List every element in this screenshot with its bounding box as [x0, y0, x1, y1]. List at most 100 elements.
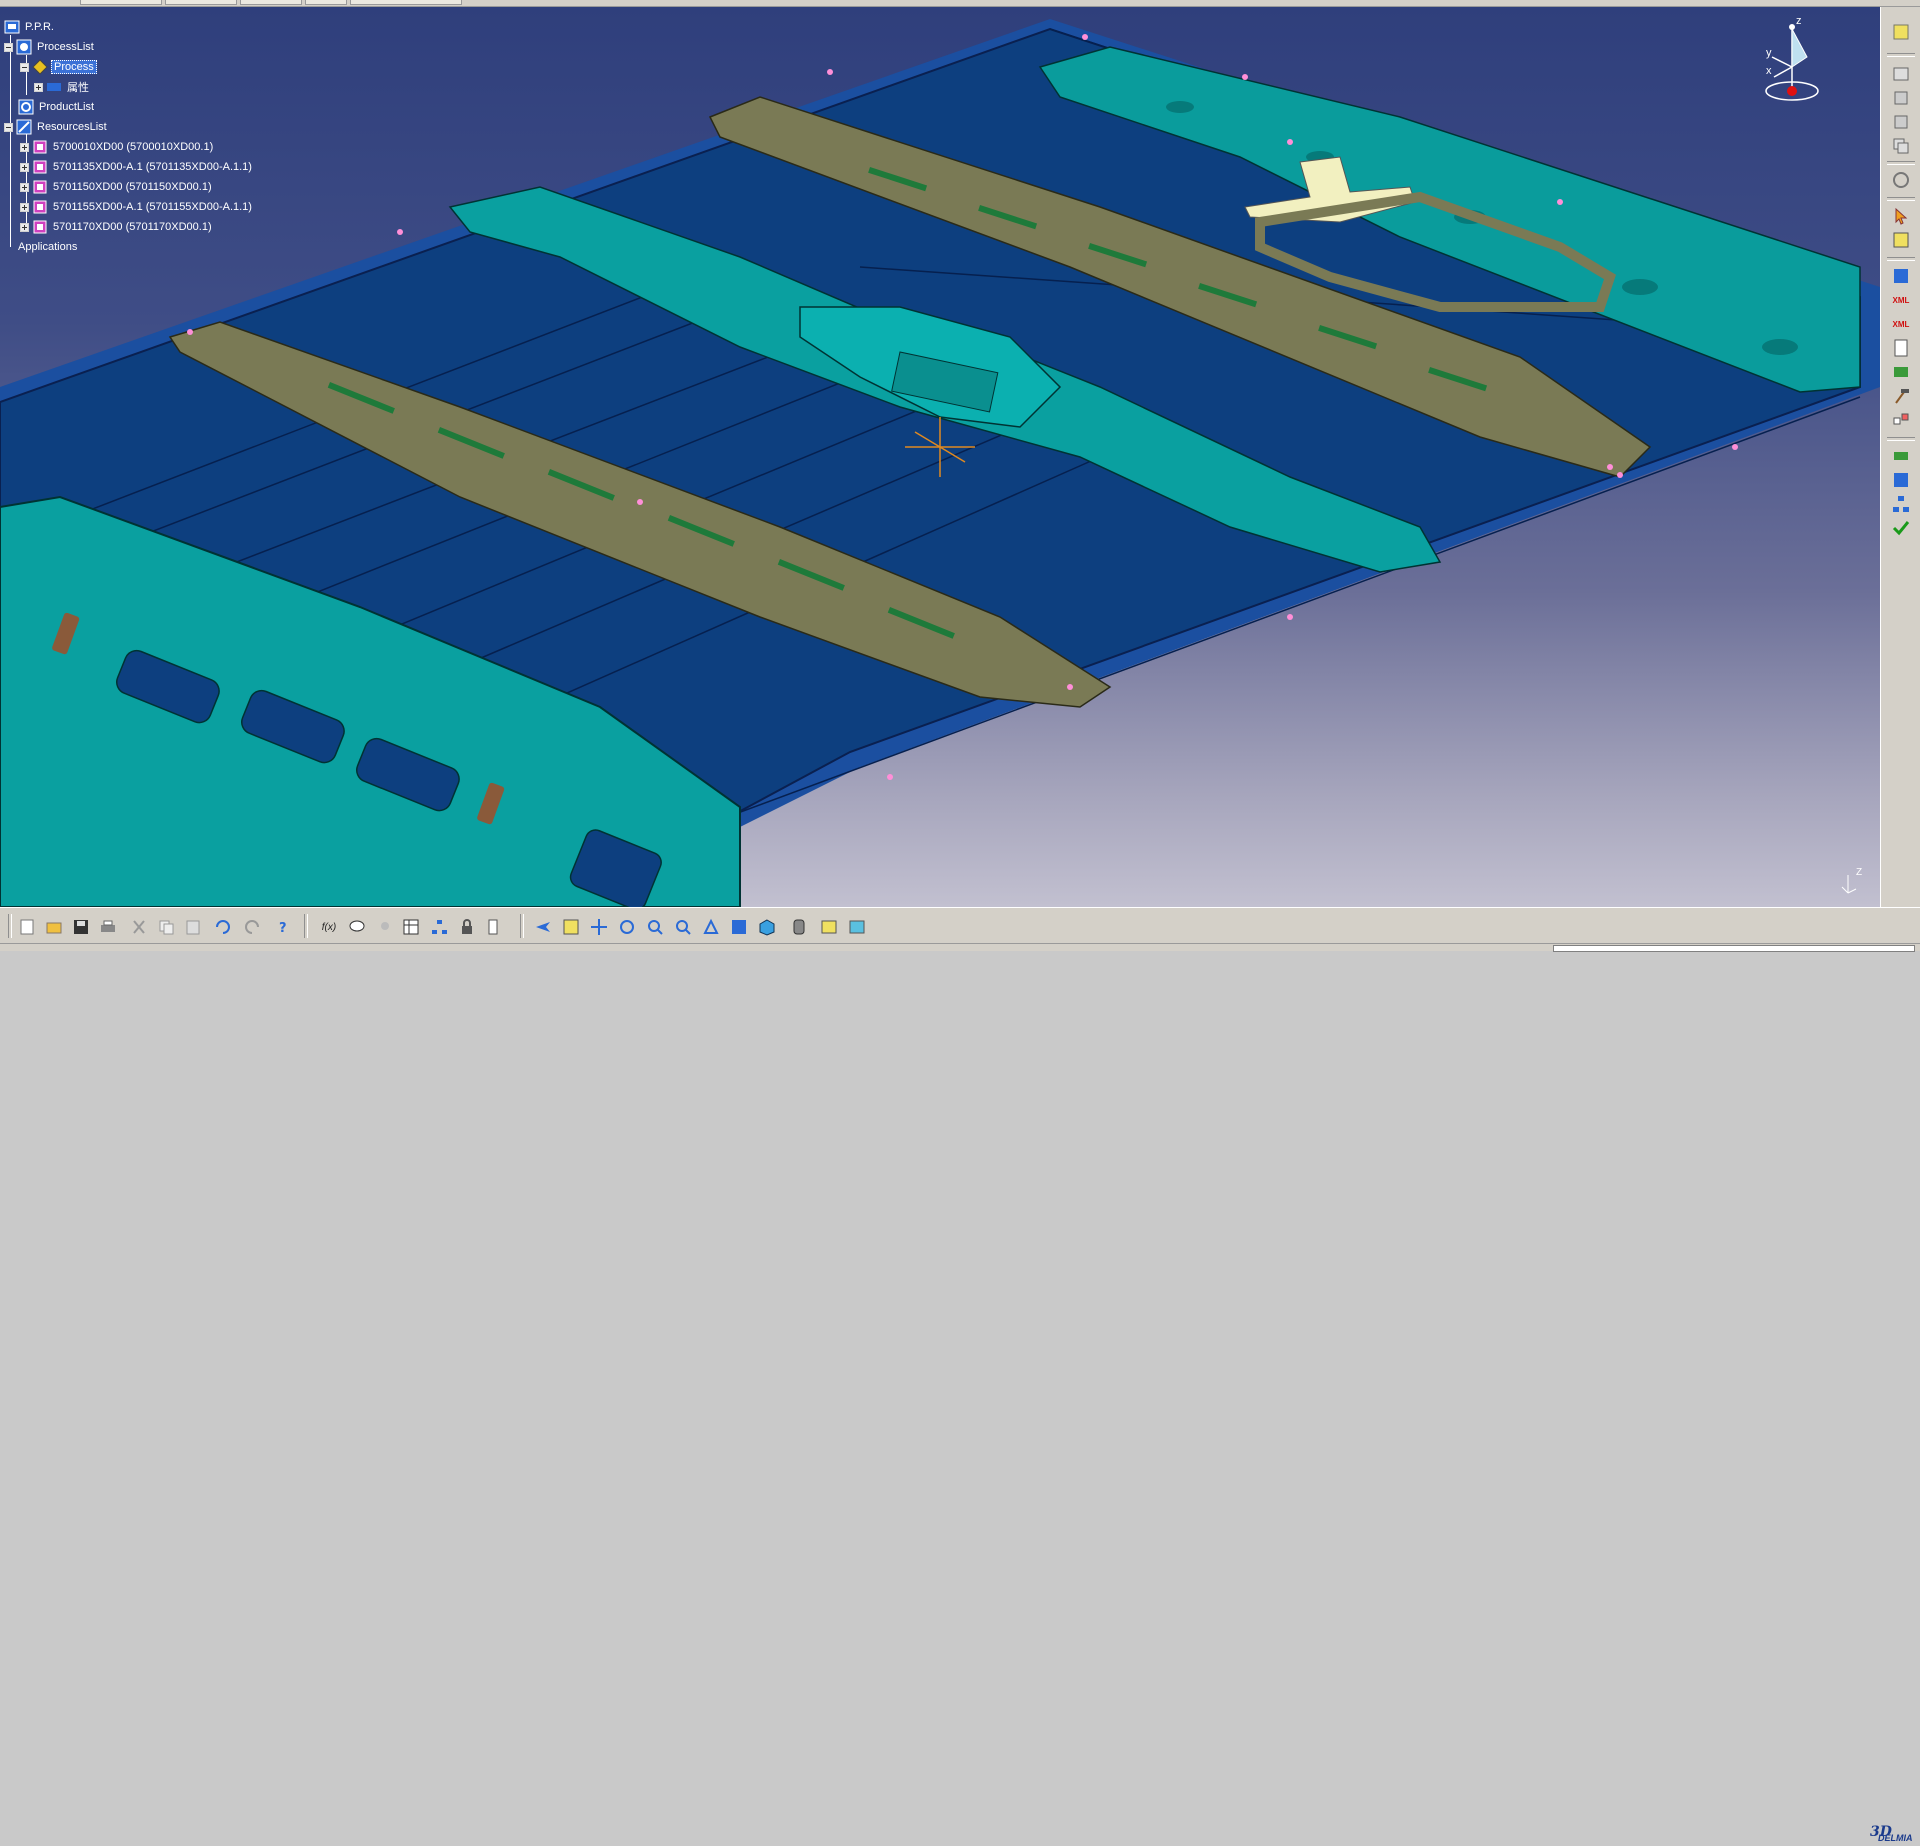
save-icon[interactable]	[70, 916, 92, 938]
pan-icon[interactable]	[588, 916, 610, 938]
tree-node-processlist[interactable]: ProcessList	[4, 37, 96, 57]
multi-view-icon[interactable]	[728, 916, 750, 938]
collapse-icon[interactable]	[20, 62, 29, 72]
bottom-toolbar: ? f(x) 3DS DELMIA	[0, 907, 1920, 1843]
zoom-out-icon[interactable]	[672, 916, 694, 938]
fly-mode-icon[interactable]	[532, 916, 554, 938]
resource-icon	[33, 140, 47, 154]
delmia-brand-label: DELMIA	[1878, 1833, 1913, 1843]
expand-icon[interactable]	[20, 222, 29, 232]
table-icon[interactable]	[400, 916, 422, 938]
tree-node-attributes[interactable]: 属性	[34, 77, 91, 97]
top-tab-4[interactable]	[305, 0, 347, 5]
command-input-field[interactable]	[1553, 945, 1915, 952]
xml-export-icon[interactable]	[1890, 265, 1912, 287]
tree-node-applications[interactable]: Applications	[16, 237, 79, 257]
top-tab-5[interactable]	[350, 0, 462, 5]
tree-node-process[interactable]: Process	[20, 57, 97, 77]
swap-icon[interactable]	[1890, 409, 1912, 431]
right-toolbar: XML XML	[1880, 7, 1920, 907]
swap-space-icon[interactable]	[846, 916, 868, 938]
expand-icon[interactable]	[20, 142, 29, 152]
top-tab-1[interactable]	[80, 0, 162, 5]
specification-tree[interactable]: P.P.R. ProcessList Process 属性 ProductLis…	[4, 17, 304, 307]
toolbar-separator	[304, 914, 308, 938]
tree-label-processlist: ProcessList	[37, 41, 94, 53]
delmia-logo: 3DS DELMIA	[1858, 1816, 1918, 1846]
sticky-note-icon[interactable]	[1890, 21, 1912, 43]
expand-icon[interactable]	[34, 82, 43, 92]
collapse-icon[interactable]	[4, 122, 13, 132]
tree-node-resource[interactable]: 5701170XD00 (5701170XD00.1)	[20, 217, 214, 237]
rotate-icon[interactable]	[616, 916, 638, 938]
expand-icon[interactable]	[20, 202, 29, 212]
comment-icon[interactable]	[346, 916, 368, 938]
tree-label-resource: 5701155XD00-A.1 (5701155XD00-A.1.1)	[53, 201, 252, 213]
zoom-in-icon[interactable]	[644, 916, 666, 938]
resource-icon	[33, 180, 47, 194]
light-icon[interactable]	[374, 916, 396, 938]
xml-icon[interactable]: XML	[1890, 289, 1912, 311]
iso-view-icon[interactable]	[756, 916, 778, 938]
assembly-icon[interactable]	[1890, 87, 1912, 109]
tree-label-attributes: 属性	[67, 82, 89, 94]
3d-viewport[interactable]: P.P.R. ProcessList Process 属性 ProductLis…	[0, 7, 1880, 907]
tree-node-resource[interactable]: 5701155XD00-A.1 (5701155XD00-A.1.1)	[20, 197, 254, 217]
whats-this-icon[interactable]: ?	[272, 916, 294, 938]
fit-select-icon[interactable]	[1890, 229, 1912, 251]
attributes-icon	[47, 83, 61, 91]
tree-node-ppr[interactable]: P.P.R.	[4, 17, 56, 37]
window-icon[interactable]	[1890, 63, 1912, 85]
tree-node-resource[interactable]: 5701135XD00-A.1 (5701135XD00-A.1.1)	[20, 157, 254, 177]
print-icon[interactable]	[97, 916, 119, 938]
catalog-icon[interactable]	[484, 916, 506, 938]
toolbar-separator	[1887, 197, 1915, 201]
redo-icon[interactable]	[242, 916, 264, 938]
expand-icon[interactable]	[20, 182, 29, 192]
normal-view-icon[interactable]	[700, 916, 722, 938]
copy-icon[interactable]	[1890, 135, 1912, 157]
tree-label-resource: 5700010XD00 (5700010XD00.1)	[53, 141, 214, 153]
assembly-alt-icon[interactable]	[1890, 111, 1912, 133]
xml-alt-icon[interactable]: XML	[1890, 313, 1912, 335]
cut-icon[interactable]	[128, 916, 150, 938]
tree-label-resource: 5701150XD00 (5701150XD00.1)	[53, 181, 212, 193]
axis-icon	[1841, 875, 1857, 894]
tree-label-resource: 5701135XD00-A.1 (5701135XD00-A.1.1)	[53, 161, 252, 173]
process-flow-icon[interactable]	[1890, 361, 1912, 383]
resources-list-icon	[16, 119, 32, 135]
top-tab-2[interactable]	[165, 0, 237, 5]
compass-icon	[1765, 24, 1819, 101]
copy-icon[interactable]	[155, 916, 177, 938]
tree-node-productlist[interactable]: ProductList	[18, 97, 96, 117]
svg-text:?: ?	[279, 921, 287, 936]
report-icon[interactable]	[1890, 337, 1912, 359]
new-file-icon[interactable]	[16, 916, 38, 938]
hide-show-icon[interactable]	[818, 916, 840, 938]
render-style-icon[interactable]	[788, 916, 810, 938]
3d-compass[interactable]: z y x	[1752, 15, 1832, 109]
lock-icon[interactable]	[456, 916, 478, 938]
resource-icon	[33, 220, 47, 234]
formula-icon[interactable]: f(x)	[318, 916, 340, 938]
process-icon	[32, 59, 48, 75]
tree-node-resource[interactable]: 5700010XD00 (5700010XD00.1)	[20, 137, 215, 157]
hierarchy-icon[interactable]	[1890, 493, 1912, 515]
list-icon[interactable]	[1890, 469, 1912, 491]
select-arrow-icon[interactable]	[1890, 205, 1912, 227]
collapse-icon[interactable]	[4, 42, 13, 52]
compass-wheel-icon[interactable]	[1890, 169, 1912, 191]
tree-graph-icon[interactable]	[428, 916, 450, 938]
tree-node-resource[interactable]: 5701150XD00 (5701150XD00.1)	[20, 177, 214, 197]
link-icon[interactable]	[1890, 445, 1912, 467]
tree-node-resourceslist[interactable]: ResourcesList	[4, 117, 109, 137]
undo-icon[interactable]	[211, 916, 233, 938]
open-folder-icon[interactable]	[43, 916, 65, 938]
top-tab-3[interactable]	[240, 0, 302, 5]
fit-all-icon[interactable]	[560, 916, 582, 938]
hammer-icon[interactable]	[1890, 385, 1912, 407]
xml-label: XML	[1892, 295, 1910, 305]
check-icon[interactable]	[1890, 517, 1912, 539]
expand-icon[interactable]	[20, 162, 29, 172]
paste-icon[interactable]	[182, 916, 204, 938]
